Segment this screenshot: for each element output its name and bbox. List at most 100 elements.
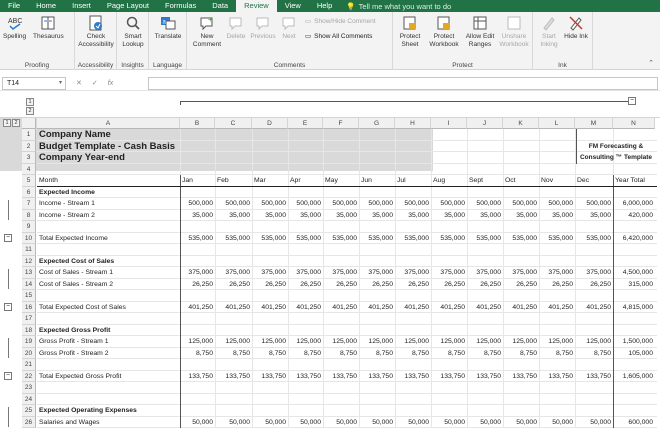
value-cell[interactable]: 133,750 bbox=[575, 371, 613, 383]
value-cell[interactable]: 50,000 bbox=[180, 417, 215, 429]
value-cell[interactable]: 125,000 bbox=[252, 336, 288, 348]
select-all-corner[interactable] bbox=[22, 118, 36, 129]
value-cell[interactable]: 133,750 bbox=[323, 371, 359, 383]
row-header-21[interactable]: 21 bbox=[22, 359, 36, 371]
value-cell[interactable]: 35,000 bbox=[288, 210, 323, 222]
value-cell[interactable]: 50,000 bbox=[431, 417, 467, 429]
value-cell[interactable]: 125,000 bbox=[503, 336, 539, 348]
value-cell[interactable]: 125,000 bbox=[431, 336, 467, 348]
value-cell[interactable]: 535,000 bbox=[503, 233, 539, 245]
value-cell[interactable]: 26,250 bbox=[467, 279, 503, 291]
value-cell[interactable]: 375,000 bbox=[503, 267, 539, 279]
column-header-n[interactable]: N bbox=[613, 118, 655, 129]
row-header-17[interactable]: 17 bbox=[22, 313, 36, 325]
row-header-15[interactable]: 15 bbox=[22, 290, 36, 302]
column-header-j[interactable]: J bbox=[467, 118, 503, 129]
value-cell[interactable]: 35,000 bbox=[503, 210, 539, 222]
value-cell[interactable]: 401,250 bbox=[539, 302, 575, 314]
year-total-cell[interactable]: 420,000 bbox=[613, 210, 655, 222]
cell-a4[interactable] bbox=[37, 164, 210, 176]
value-cell[interactable]: 535,000 bbox=[395, 233, 431, 245]
menu-tab-insert[interactable]: Insert bbox=[64, 0, 99, 12]
menu-tab-home[interactable]: Home bbox=[28, 0, 64, 12]
column-header-l[interactable]: L bbox=[539, 118, 575, 129]
year-total-cell[interactable]: 6,000,000 bbox=[613, 198, 655, 210]
collapse-rows-button[interactable]: − bbox=[4, 303, 12, 311]
row-header-22[interactable]: 22 bbox=[22, 370, 36, 382]
row-header-20[interactable]: 20 bbox=[22, 347, 36, 359]
value-cell[interactable]: 375,000 bbox=[359, 267, 395, 279]
value-cell[interactable]: 375,000 bbox=[575, 267, 613, 279]
value-cell[interactable]: 26,250 bbox=[180, 279, 215, 291]
column-header-g[interactable]: G bbox=[359, 118, 395, 129]
row-header-10[interactable]: 10 bbox=[22, 232, 36, 244]
cell-a3[interactable]: Company Year-end bbox=[37, 152, 210, 164]
row-header-18[interactable]: 18 bbox=[22, 324, 36, 336]
row-header-16[interactable]: 16 bbox=[22, 301, 36, 313]
row-header-3[interactable]: 3 bbox=[22, 152, 36, 164]
row-header-8[interactable]: 8 bbox=[22, 209, 36, 221]
value-cell[interactable]: 26,250 bbox=[539, 279, 575, 291]
unshare-workbook-button[interactable]: Unshare Workbook bbox=[497, 15, 531, 48]
value-cell[interactable]: 133,750 bbox=[215, 371, 252, 383]
function-icon[interactable]: fx bbox=[108, 77, 113, 90]
value-cell[interactable]: 8,750 bbox=[359, 348, 395, 360]
menu-tab-review[interactable]: Review bbox=[236, 0, 277, 12]
value-cell[interactable]: 500,000 bbox=[288, 198, 323, 210]
value-cell[interactable]: 500,000 bbox=[467, 198, 503, 210]
cell-a1[interactable]: Company Name bbox=[37, 129, 210, 141]
name-box[interactable]: T14 ▾ bbox=[2, 77, 66, 90]
value-cell[interactable]: 35,000 bbox=[323, 210, 359, 222]
value-cell[interactable]: 401,250 bbox=[575, 302, 613, 314]
value-cell[interactable]: 125,000 bbox=[323, 336, 359, 348]
value-cell[interactable]: 375,000 bbox=[539, 267, 575, 279]
column-header-h[interactable]: H bbox=[395, 118, 431, 129]
value-cell[interactable]: 26,250 bbox=[359, 279, 395, 291]
start-inking-button[interactable]: Start Inking bbox=[537, 15, 561, 48]
value-cell[interactable]: 401,250 bbox=[252, 302, 288, 314]
cell-a18[interactable]: Expected Gross Profit bbox=[37, 325, 210, 337]
value-cell[interactable]: 8,750 bbox=[252, 348, 288, 360]
value-cell[interactable]: 125,000 bbox=[539, 336, 575, 348]
value-cell[interactable]: 8,750 bbox=[180, 348, 215, 360]
value-cell[interactable]: 50,000 bbox=[575, 417, 613, 429]
value-cell[interactable]: 133,750 bbox=[252, 371, 288, 383]
cell-a12[interactable]: Expected Cost of Sales bbox=[37, 256, 210, 268]
cell-a23[interactable] bbox=[37, 382, 210, 394]
value-cell[interactable]: 50,000 bbox=[539, 417, 575, 429]
spelling-button[interactable]: ABC Spelling bbox=[3, 15, 26, 41]
value-cell[interactable]: 401,250 bbox=[503, 302, 539, 314]
value-cell[interactable]: 401,250 bbox=[467, 302, 503, 314]
value-cell[interactable]: 500,000 bbox=[252, 198, 288, 210]
value-cell[interactable]: 535,000 bbox=[539, 233, 575, 245]
value-cell[interactable]: 133,750 bbox=[467, 371, 503, 383]
value-cell[interactable]: 500,000 bbox=[575, 198, 613, 210]
value-cell[interactable]: 535,000 bbox=[215, 233, 252, 245]
column-header-b[interactable]: B bbox=[180, 118, 215, 129]
value-cell[interactable]: 8,750 bbox=[575, 348, 613, 360]
row-header-14[interactable]: 14 bbox=[22, 278, 36, 290]
menu-tab-view[interactable]: View bbox=[277, 0, 309, 12]
value-cell[interactable]: 500,000 bbox=[323, 198, 359, 210]
value-cell[interactable]: 26,250 bbox=[575, 279, 613, 291]
value-cell[interactable]: 401,250 bbox=[180, 302, 215, 314]
value-cell[interactable]: 35,000 bbox=[359, 210, 395, 222]
value-cell[interactable]: 500,000 bbox=[539, 198, 575, 210]
tell-me-search[interactable]: 💡 Tell me what you want to do bbox=[346, 2, 451, 11]
value-cell[interactable]: 500,000 bbox=[215, 198, 252, 210]
value-cell[interactable]: 535,000 bbox=[575, 233, 613, 245]
row-header-23[interactable]: 23 bbox=[22, 382, 36, 394]
value-cell[interactable]: 401,250 bbox=[215, 302, 252, 314]
value-cell[interactable]: 375,000 bbox=[467, 267, 503, 279]
row-header-6[interactable]: 6 bbox=[22, 186, 36, 198]
row-header-4[interactable]: 4 bbox=[22, 163, 36, 175]
row-header-2[interactable]: 2 bbox=[22, 140, 36, 152]
check-accessibility-button[interactable]: Check Accessibility bbox=[77, 15, 115, 48]
row-level-1-button[interactable]: 1 bbox=[3, 119, 11, 127]
value-cell[interactable]: 50,000 bbox=[323, 417, 359, 429]
formula-input[interactable] bbox=[148, 77, 658, 90]
value-cell[interactable]: 8,750 bbox=[395, 348, 431, 360]
column-header-d[interactable]: D bbox=[252, 118, 288, 129]
value-cell[interactable]: 8,750 bbox=[431, 348, 467, 360]
cell-a9[interactable] bbox=[37, 221, 210, 233]
